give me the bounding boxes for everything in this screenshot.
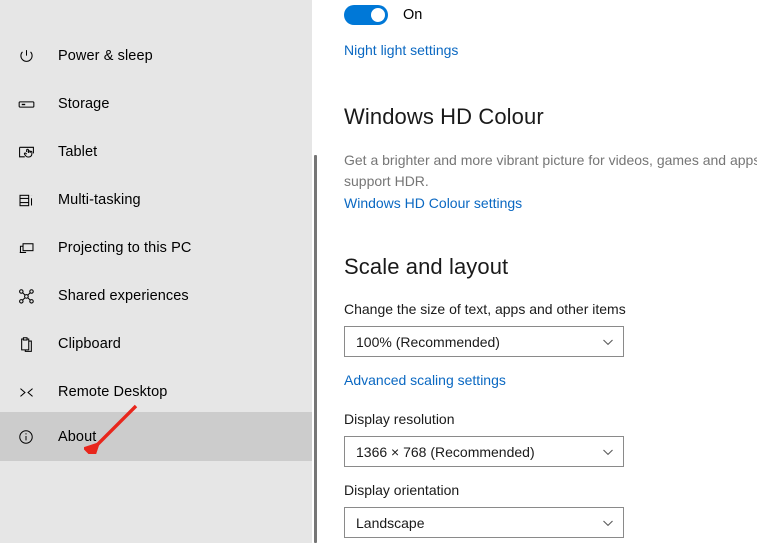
sidebar-item-power-and-sleep[interactable]: Power & sleep xyxy=(0,32,312,80)
shared-icon xyxy=(11,284,41,308)
sidebar-item-label: Storage xyxy=(58,96,110,112)
sidebar-item-label: Multi-tasking xyxy=(58,192,141,208)
night-light-toggle-state: On xyxy=(403,7,423,23)
settings-display-page: Power & sleep Storage Tablet Multi-taski… xyxy=(0,0,757,543)
settings-sidebar: Power & sleep Storage Tablet Multi-taski… xyxy=(0,0,312,543)
sidebar-item-multi-tasking[interactable]: Multi-tasking xyxy=(0,176,312,224)
advanced-scaling-settings-link[interactable]: Advanced scaling settings xyxy=(344,372,506,388)
sidebar-item-shared-experiences[interactable]: Shared experiences xyxy=(0,272,312,320)
display-settings-content: On Night light settings Windows HD Colou… xyxy=(321,0,757,543)
sidebar-item-clipboard[interactable]: Clipboard xyxy=(0,320,312,368)
sidebar-item-remote-desktop[interactable]: Remote Desktop xyxy=(0,368,312,416)
chevron-down-icon xyxy=(603,339,613,345)
power-icon xyxy=(11,44,41,68)
multitasking-icon xyxy=(11,188,41,212)
sidebar-item-label: Tablet xyxy=(58,144,98,160)
sidebar-item-label: Power & sleep xyxy=(58,48,153,64)
display-resolution-dropdown[interactable]: 1366 × 768 (Recommended) xyxy=(344,436,624,467)
remote-desktop-icon xyxy=(11,380,41,404)
chevron-down-icon xyxy=(603,449,613,455)
sidebar-item-projecting-to-this-pc[interactable]: Projecting to this PC xyxy=(0,224,312,272)
scale-dropdown-value: 100% (Recommended) xyxy=(356,333,500,350)
sidebar-item-about[interactable]: About xyxy=(0,412,312,461)
display-orientation-label: Display orientation xyxy=(344,482,460,498)
night-light-toggle-row: On xyxy=(344,5,422,25)
sidebar-item-label: Remote Desktop xyxy=(58,384,168,400)
scale-field-label: Change the size of text, apps and other … xyxy=(344,301,626,317)
hd-colour-heading: Windows HD Colour xyxy=(344,104,544,129)
scale-dropdown[interactable]: 100% (Recommended) xyxy=(344,326,624,357)
chevron-down-icon xyxy=(603,520,613,526)
display-orientation-value: Landscape xyxy=(356,514,425,531)
sidebar-item-label: Shared experiences xyxy=(58,288,189,304)
sidebar-item-storage[interactable]: Storage xyxy=(0,80,312,128)
projecting-icon xyxy=(11,236,41,260)
toggle-knob xyxy=(371,8,385,22)
sidebar-item-label: Projecting to this PC xyxy=(58,240,192,256)
clipboard-icon xyxy=(11,332,41,356)
night-light-toggle[interactable] xyxy=(344,5,388,25)
storage-icon xyxy=(11,92,41,116)
hd-colour-settings-link[interactable]: Windows HD Colour settings xyxy=(344,195,522,211)
display-orientation-dropdown[interactable]: Landscape xyxy=(344,507,624,538)
info-icon xyxy=(11,425,41,449)
sidebar-item-tablet[interactable]: Tablet xyxy=(0,128,312,176)
tablet-icon xyxy=(11,140,41,164)
hd-colour-description: Get a brighter and more vibrant picture … xyxy=(344,152,757,189)
scale-and-layout-heading: Scale and layout xyxy=(344,254,509,279)
night-light-settings-link[interactable]: Night light settings xyxy=(344,42,458,58)
content-scrollbar-thumb[interactable] xyxy=(314,155,317,543)
display-resolution-label: Display resolution xyxy=(344,411,455,427)
sidebar-item-label: Clipboard xyxy=(58,336,121,352)
sidebar-item-label: About xyxy=(58,428,97,445)
display-resolution-value: 1366 × 768 (Recommended) xyxy=(356,443,535,460)
